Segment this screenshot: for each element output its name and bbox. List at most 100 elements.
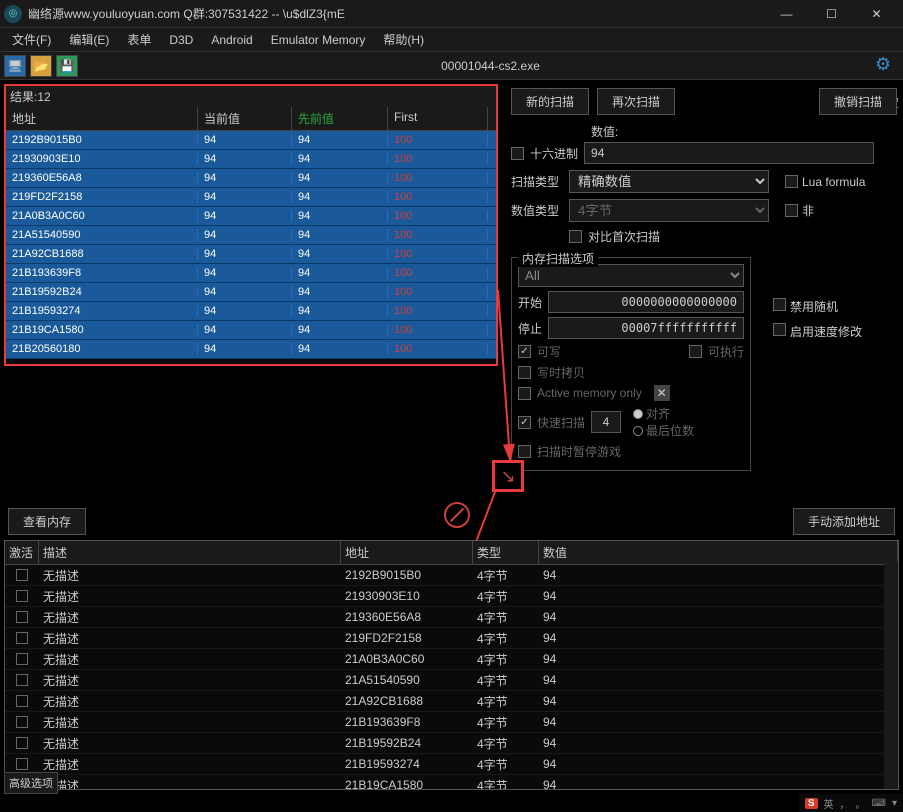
speed-checkbox[interactable] (773, 323, 786, 336)
address-row[interactable]: 无描述21B193639F84字节94 (5, 712, 898, 733)
open-icon[interactable]: 📂 (30, 55, 52, 77)
result-row[interactable]: 219FD2F21589494100 (6, 188, 496, 207)
result-row[interactable]: 21B205601809494100 (6, 340, 496, 359)
memory-scan-options: 内存扫描选项 All 开始 停止 可写可执行 写时拷贝 Active memor… (511, 257, 751, 471)
results-panel: 结果:12 地址 当前值 先前值 First 2192B9015B0949410… (4, 84, 498, 366)
address-row[interactable]: 无描述21A0B3A0C604字节94 (5, 649, 898, 670)
active-checkbox[interactable] (16, 695, 28, 707)
address-row[interactable]: 无描述21B19CA15804字节94 (5, 775, 898, 790)
active-checkbox[interactable] (16, 737, 28, 749)
close-x-icon[interactable]: ✕ (654, 385, 670, 401)
last-digit-radio[interactable] (633, 426, 643, 436)
maximize-button[interactable]: ☐ (809, 0, 854, 28)
result-row[interactable]: 21B19592B249494100 (6, 283, 496, 302)
menu-item[interactable]: Emulator Memory (263, 31, 374, 49)
keyboard-icon[interactable]: ⌨ (872, 798, 886, 809)
menu-item[interactable]: D3D (161, 31, 201, 49)
value-type-select[interactable]: 4字节 (569, 199, 769, 222)
menu-item[interactable]: 编辑(E) (61, 29, 117, 50)
address-row[interactable]: 无描述21930903E104字节94 (5, 586, 898, 607)
fast-scan-checkbox[interactable] (518, 416, 531, 429)
col-address[interactable]: 地址 (6, 107, 198, 130)
result-row[interactable]: 2192B9015B09494100 (6, 131, 496, 150)
col-addr2[interactable]: 地址 (341, 541, 473, 564)
active-checkbox[interactable] (16, 674, 28, 686)
result-row[interactable]: 21A92CB16889494100 (6, 245, 496, 264)
col-active[interactable]: 激活 (5, 541, 39, 564)
result-row[interactable]: 219360E56A89494100 (6, 169, 496, 188)
start-input[interactable] (548, 291, 744, 313)
cow-checkbox[interactable] (518, 366, 531, 379)
active-checkbox[interactable] (16, 590, 28, 602)
undo-scan-button[interactable]: 撤销扫描 (819, 88, 897, 115)
address-row[interactable]: 无描述219FD2F21584字节94 (5, 628, 898, 649)
select-process-icon[interactable]: 🖥 (4, 55, 26, 77)
menubar: 文件(F)编辑(E)表单D3DAndroidEmulator Memory帮助(… (0, 28, 903, 52)
address-row[interactable]: 无描述219360E56A84字节94 (5, 607, 898, 628)
value-label: 数值: (511, 123, 897, 140)
value-input[interactable] (584, 142, 874, 164)
not-checkbox[interactable] (785, 204, 798, 217)
col-previous[interactable]: 先前值 (292, 107, 388, 130)
menu-item[interactable]: 帮助(H) (375, 29, 432, 50)
col-type[interactable]: 类型 (473, 541, 539, 564)
stop-input[interactable] (548, 317, 744, 339)
value-type-label: 数值类型 (511, 202, 563, 219)
result-row[interactable]: 21B193639F89494100 (6, 264, 496, 283)
address-row[interactable]: 无描述21A92CB16884字节94 (5, 691, 898, 712)
gear-icon[interactable]: ⚙ (875, 54, 899, 78)
active-only-checkbox[interactable] (518, 387, 531, 400)
minimize-button[interactable]: — (764, 0, 809, 28)
ime-full[interactable]: 。 (856, 796, 866, 811)
compare-first-checkbox[interactable] (569, 230, 582, 243)
address-row[interactable]: 无描述21B19592B244字节94 (5, 733, 898, 754)
ime-icon[interactable]: S (805, 798, 818, 809)
scan-type-select[interactable]: 精确数值 (569, 170, 769, 193)
result-row[interactable]: 21B19CA15809494100 (6, 321, 496, 340)
active-checkbox[interactable] (16, 653, 28, 665)
result-row[interactable]: 21B195932749494100 (6, 302, 496, 321)
ime-lang[interactable]: 英 (824, 796, 834, 811)
active-checkbox[interactable] (16, 716, 28, 728)
col-first[interactable]: First (388, 107, 488, 130)
result-row[interactable]: 21A0B3A0C609494100 (6, 207, 496, 226)
next-scan-button[interactable]: 再次扫描 (597, 88, 675, 115)
col-current[interactable]: 当前值 (198, 107, 292, 130)
executable-checkbox[interactable] (689, 345, 702, 358)
process-name: 00001044-cs2.exe (82, 59, 899, 73)
result-row[interactable]: 21A515405909494100 (6, 226, 496, 245)
col-value[interactable]: 数值 (539, 541, 898, 564)
active-checkbox[interactable] (16, 758, 28, 770)
address-row[interactable]: 无描述21A515405904字节94 (5, 670, 898, 691)
writable-checkbox[interactable] (518, 345, 531, 358)
address-row[interactable]: 无描述2192B9015B04字节94 (5, 565, 898, 586)
ime-punct[interactable]: ， (840, 796, 850, 811)
menu-item[interactable]: Android (203, 31, 260, 49)
hex-label: 十六进制 (530, 145, 578, 162)
active-checkbox[interactable] (16, 611, 28, 623)
address-list: 激活 描述 地址 类型 数值 无描述2192B9015B04字节94无描述219… (4, 540, 899, 790)
close-button[interactable]: ✕ (854, 0, 899, 28)
hex-checkbox[interactable] (511, 147, 524, 160)
manual-add-button[interactable]: 手动添加地址 (793, 508, 895, 535)
result-row[interactable]: 21930903E109494100 (6, 150, 496, 169)
new-scan-button[interactable]: 新的扫描 (511, 88, 589, 115)
scrollbar[interactable] (884, 561, 898, 789)
active-checkbox[interactable] (16, 632, 28, 644)
add-to-list-button[interactable]: ↘ (492, 460, 524, 492)
save-icon[interactable]: 💾 (56, 55, 78, 77)
mem-region-select[interactable]: All (518, 264, 744, 287)
col-desc[interactable]: 描述 (39, 541, 341, 564)
pause-checkbox[interactable] (518, 445, 531, 458)
address-row[interactable]: 无描述21B195932744字节94 (5, 754, 898, 775)
lua-checkbox[interactable] (785, 175, 798, 188)
fast-scan-value[interactable] (591, 411, 621, 433)
menu-item[interactable]: 表单 (119, 29, 159, 50)
active-checkbox[interactable] (16, 569, 28, 581)
advanced-options[interactable]: 高级选项 (4, 772, 58, 794)
menu-item[interactable]: 文件(F) (4, 29, 59, 50)
align-radio[interactable] (633, 409, 643, 419)
view-memory-button[interactable]: 查看内存 (8, 508, 86, 535)
random-checkbox[interactable] (773, 298, 786, 311)
caret-icon[interactable]: ▾ (892, 798, 897, 809)
